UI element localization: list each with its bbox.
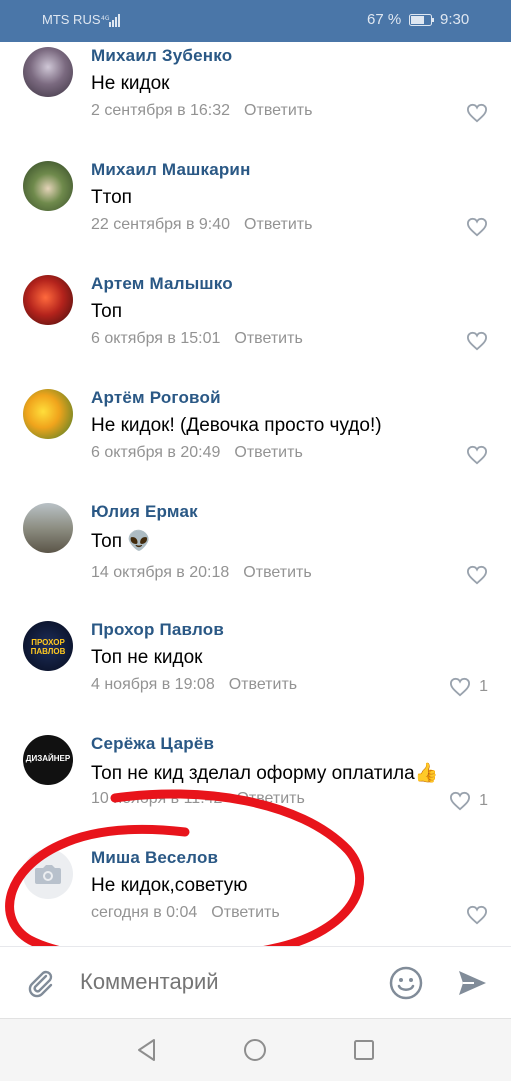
heart-icon <box>466 103 488 123</box>
reply-button[interactable]: Ответить <box>243 564 311 581</box>
comment-meta: 22 сентября в 9:40 Ответить <box>91 216 312 234</box>
comment-author[interactable]: Михаил Зубенко <box>91 46 232 66</box>
comment-author[interactable]: Артём Роговой <box>91 388 221 408</box>
avatar[interactable] <box>23 389 73 439</box>
comment-date: 22 сентября в 9:40 <box>91 216 231 233</box>
system-navigation-bar <box>0 1018 511 1081</box>
send-icon[interactable] <box>456 967 488 999</box>
avatar-label: ДИЗАЙНЕР <box>25 754 71 763</box>
comment-author[interactable]: Миша Веселов <box>91 848 218 868</box>
comment-item: ПРОХОР ПАВЛОВ Прохор Павлов Топ не кидок… <box>0 620 511 738</box>
reply-button[interactable]: Ответить <box>244 216 312 233</box>
like-count: 1 <box>479 792 488 809</box>
comment-text: Не кидок <box>91 73 170 94</box>
comment-text: Топ не кидок <box>91 647 203 668</box>
smile-icon[interactable] <box>388 965 424 1001</box>
like-button[interactable]: 1 <box>449 677 488 697</box>
recent-apps-icon[interactable] <box>351 1037 377 1063</box>
svg-text:4G: 4G <box>101 15 110 22</box>
avatar[interactable]: ДИЗАЙНЕР <box>23 735 73 785</box>
comment-item: ДИЗАЙНЕР Серёжа Царёв Топ не кид зделал … <box>0 734 511 852</box>
like-button[interactable] <box>466 445 488 465</box>
heart-icon <box>466 217 488 237</box>
like-button[interactable] <box>466 565 488 585</box>
reply-button[interactable]: Ответить <box>244 102 312 119</box>
comment-item: Михаил Зубенко Не кидок 2 сентября в 16:… <box>0 46 511 164</box>
comment-item: Артем Малышко Топ 6 октября в 15:01 Ответ… <box>0 274 511 392</box>
like-button[interactable] <box>466 103 488 123</box>
comment-meta: 10 ноября в 11:42 Ответить <box>91 790 305 808</box>
battery-icon <box>409 14 434 26</box>
heart-icon <box>466 905 488 925</box>
avatar[interactable] <box>23 161 73 211</box>
avatar[interactable]: ПРОХОР ПАВЛОВ <box>23 621 73 671</box>
reply-button[interactable]: Ответить <box>234 444 302 461</box>
comment-date: 14 октября в 20:18 <box>91 564 230 581</box>
like-count: 1 <box>479 678 488 695</box>
comment-composer <box>0 946 511 1019</box>
comment-date: 10 ноября в 11:42 <box>91 790 223 807</box>
comment-date: 4 ноября в 19:08 <box>91 676 215 693</box>
comment-text: Ттоп <box>91 187 132 208</box>
comment-meta: 4 ноября в 19:08 Ответить <box>91 676 297 694</box>
back-icon[interactable] <box>134 1037 160 1063</box>
comment-date: 2 сентября в 16:32 <box>91 102 231 119</box>
comment-date: сегодня в 0:04 <box>91 904 198 921</box>
comment-author[interactable]: Серёжа Царёв <box>91 734 214 754</box>
camera-icon <box>35 865 61 884</box>
signal-icon: 4G <box>101 14 120 27</box>
comment-item: Юлия Ермак Топ 👽 14 октября в 20:18 Ответ… <box>0 502 511 620</box>
status-bar: MTS RUS 4G 67 % 9:30 <box>0 0 511 42</box>
comment-date: 6 октября в 20:49 <box>91 444 221 461</box>
avatar-label: ПРОХОР ПАВЛОВ <box>30 638 66 656</box>
comment-item: Михаил Машкарин Ттоп 22 сентября в 9:40 О… <box>0 160 511 278</box>
avatar[interactable] <box>23 47 73 97</box>
like-button[interactable] <box>466 331 488 351</box>
carrier-label: MTS RUS <box>42 12 101 27</box>
comment-meta: 2 сентября в 16:32 Ответить <box>91 102 312 120</box>
comment-text: Не кидок,советую <box>91 875 248 896</box>
comment-item: Артём Роговой Не кидок! (Девочка просто … <box>0 388 511 506</box>
heart-icon <box>466 331 488 351</box>
comment-input[interactable] <box>80 969 360 995</box>
comment-text: Не кидок! (Девочка просто чудо!) <box>91 415 382 436</box>
comment-text: Топ <box>91 301 122 322</box>
avatar[interactable] <box>23 849 73 899</box>
comment-meta: 14 октября в 20:18 Ответить <box>91 564 312 582</box>
comment-date: 6 октября в 15:01 <box>91 330 221 347</box>
comment-author[interactable]: Юлия Ермак <box>91 502 198 522</box>
like-button[interactable] <box>466 905 488 925</box>
like-button[interactable]: 1 <box>449 791 488 811</box>
avatar[interactable] <box>23 503 73 553</box>
paperclip-icon[interactable] <box>24 967 56 999</box>
comment-author[interactable]: Артем Малышко <box>91 274 233 294</box>
heart-icon <box>450 791 471 811</box>
reply-button[interactable]: Ответить <box>211 904 279 921</box>
heart-icon <box>466 445 488 465</box>
comment-meta: 6 октября в 20:49 Ответить <box>91 444 303 462</box>
heart-icon <box>450 677 471 697</box>
comment-text: Топ не кид зделал оформу оплатила👍 <box>91 763 439 784</box>
comment-meta: 6 октября в 15:01 Ответить <box>91 330 303 348</box>
reply-button[interactable]: Ответить <box>229 676 297 693</box>
comment-text: Топ 👽 <box>91 531 151 552</box>
home-icon[interactable] <box>242 1037 268 1063</box>
reply-button[interactable]: Ответить <box>234 330 302 347</box>
comment-meta: сегодня в 0:04 Ответить <box>91 904 280 922</box>
comment-author[interactable]: Прохор Павлов <box>91 620 224 640</box>
clock: 9:30 <box>440 11 470 28</box>
like-button[interactable] <box>466 217 488 237</box>
heart-icon <box>466 565 488 585</box>
avatar[interactable] <box>23 275 73 325</box>
battery-percent: 67 % <box>367 11 402 28</box>
reply-button[interactable]: Ответить <box>236 790 304 807</box>
comment-author[interactable]: Михаил Машкарин <box>91 160 251 180</box>
